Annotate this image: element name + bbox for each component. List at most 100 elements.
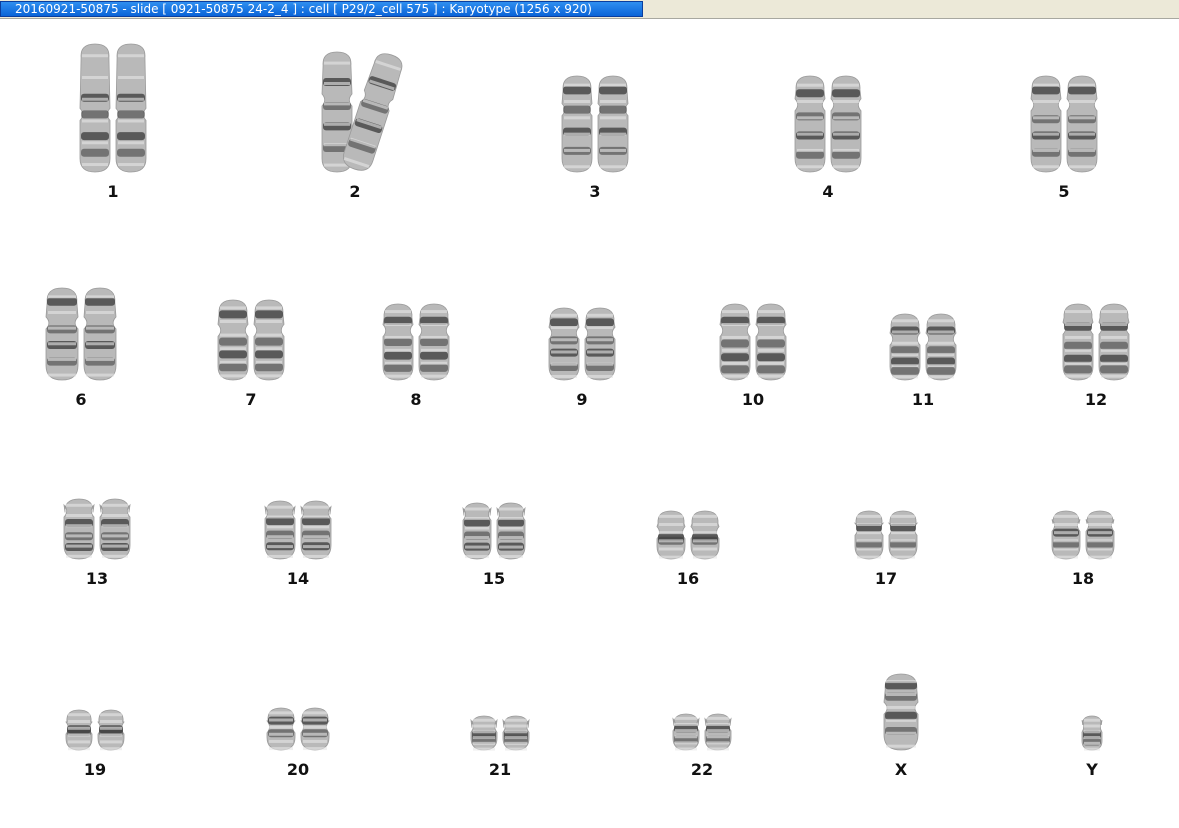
chromosome-14-1[interactable] — [264, 500, 296, 560]
chromosome-band — [757, 365, 785, 374]
chromosome-pair-11[interactable] — [889, 313, 957, 381]
chromosome-band — [219, 310, 247, 319]
chromosome-band — [420, 363, 448, 372]
chromosome-pair-3[interactable] — [561, 75, 629, 173]
chromosome-11-1[interactable] — [889, 313, 921, 381]
chromosome-4-1[interactable] — [794, 75, 826, 173]
chromosome-pair-4[interactable] — [794, 75, 862, 173]
chromosome-18-2[interactable] — [1085, 510, 1115, 560]
chromosome-22-1[interactable] — [672, 713, 700, 751]
chromosome-1-2[interactable] — [115, 43, 147, 173]
chromosome-image — [63, 498, 131, 560]
chromosome-pair-21[interactable] — [470, 715, 530, 751]
chromosome-5-2[interactable] — [1066, 75, 1098, 173]
chromosome-band — [832, 89, 860, 98]
chromosome-5-1[interactable] — [1030, 75, 1062, 173]
chromosome-17-1[interactable] — [853, 510, 885, 560]
chromosome-13-2[interactable] — [99, 498, 131, 560]
chromosome-3-1[interactable] — [561, 75, 593, 173]
chromosome-band — [1064, 341, 1092, 350]
chromosome-band — [255, 337, 283, 346]
chromosome-image — [470, 715, 530, 751]
chromosome-label-1: 1 — [107, 182, 119, 201]
chromosome-19-1[interactable] — [65, 709, 93, 751]
chromosome-7-1[interactable] — [217, 299, 249, 381]
chromosome-band — [81, 148, 109, 157]
chromosome-pair-y[interactable] — [1081, 715, 1103, 751]
chromosome-pair-12[interactable] — [1062, 303, 1130, 381]
chromosome-21-1[interactable] — [470, 715, 498, 751]
chromosome-label-3: 3 — [589, 182, 601, 201]
chromosome-band — [721, 339, 749, 348]
chromosome-x-1[interactable] — [883, 673, 919, 751]
chromosome-band — [420, 338, 448, 346]
chromosome-pair-9[interactable] — [548, 307, 616, 381]
chromosome-label-10: 10 — [741, 390, 765, 409]
chromosome-pair-18[interactable] — [1051, 510, 1115, 560]
chromosome-20-2[interactable] — [300, 707, 330, 751]
chromosome-9-2[interactable] — [584, 307, 616, 381]
chromosome-pair-13[interactable] — [63, 498, 131, 560]
chromosome-15-1[interactable] — [462, 502, 492, 560]
chromosome-band — [117, 148, 145, 157]
chromosome-18-1[interactable] — [1051, 510, 1081, 560]
chromosome-3-2[interactable] — [597, 75, 629, 173]
chromosome-pair-10[interactable] — [719, 303, 787, 381]
chromosome-1-1[interactable] — [79, 43, 111, 173]
chromosome-pair-16[interactable] — [656, 510, 720, 560]
chromosome-label-22: 22 — [690, 760, 714, 779]
chromosome-6-1[interactable] — [45, 287, 79, 381]
chromosome-pair-x[interactable] — [883, 673, 919, 751]
chromosome-4-2[interactable] — [830, 75, 862, 173]
chromosome-pair-19[interactable] — [65, 709, 125, 751]
chromosome-band — [420, 351, 448, 360]
chromosome-band — [757, 339, 785, 348]
chromosome-14-2[interactable] — [300, 500, 332, 560]
chromosome-9-1[interactable] — [548, 307, 580, 381]
chromosome-10-2[interactable] — [755, 303, 787, 381]
chromosome-pair-2[interactable] — [321, 51, 403, 173]
chromosome-8-2[interactable] — [418, 303, 450, 381]
chromosome-pair-20[interactable] — [266, 707, 330, 751]
chromosome-band — [81, 110, 109, 119]
chromosome-band — [721, 365, 749, 374]
chromosome-pair-5[interactable] — [1030, 75, 1098, 173]
chromosome-16-2[interactable] — [690, 510, 720, 560]
chromosome-pair-6[interactable] — [45, 287, 117, 381]
chromosome-19-2[interactable] — [97, 709, 125, 751]
chromosome-band — [85, 297, 115, 306]
chromosome-11-2[interactable] — [925, 313, 957, 381]
chromosome-band — [255, 350, 283, 359]
chromosome-21-2[interactable] — [502, 715, 530, 751]
chromosome-7-2[interactable] — [253, 299, 285, 381]
chromosome-12-2[interactable] — [1098, 303, 1130, 381]
chromosome-image — [719, 303, 787, 381]
chromosome-band — [1032, 86, 1060, 95]
chromosome-band — [891, 366, 919, 375]
chromosome-13-1[interactable] — [63, 498, 95, 560]
chromosome-pair-17[interactable] — [853, 510, 919, 560]
chromosome-label-20: 20 — [286, 760, 310, 779]
chromosome-15-2[interactable] — [496, 502, 526, 560]
chromosome-label-18: 18 — [1071, 569, 1095, 588]
chromosome-pair-22[interactable] — [672, 713, 732, 751]
chromosome-22-2[interactable] — [704, 713, 732, 751]
chromosome-pair-8[interactable] — [382, 303, 450, 381]
chromosome-16-1[interactable] — [656, 510, 686, 560]
chromosome-pair-14[interactable] — [264, 500, 332, 560]
chromosome-12-1[interactable] — [1062, 303, 1094, 381]
chromosome-20-1[interactable] — [266, 707, 296, 751]
chromosome-8-1[interactable] — [382, 303, 414, 381]
chromosome-17-2[interactable] — [887, 510, 919, 560]
chromosome-pair-1[interactable] — [79, 43, 147, 173]
window-titlebar: 20160921-50875 - slide [ 0921-50875 24-2… — [0, 0, 1179, 19]
chromosome-pair-15[interactable] — [462, 502, 526, 560]
chromosome-pair-7[interactable] — [217, 299, 285, 381]
chromosome-10-1[interactable] — [719, 303, 751, 381]
chromosome-image — [45, 287, 117, 381]
chromosome-6-2[interactable] — [83, 287, 117, 381]
chromosome-label-21: 21 — [488, 760, 512, 779]
window-title[interactable]: 20160921-50875 - slide [ 0921-50875 24-2… — [0, 1, 643, 17]
chromosome-band — [81, 132, 109, 141]
chromosome-y-1[interactable] — [1081, 715, 1103, 751]
